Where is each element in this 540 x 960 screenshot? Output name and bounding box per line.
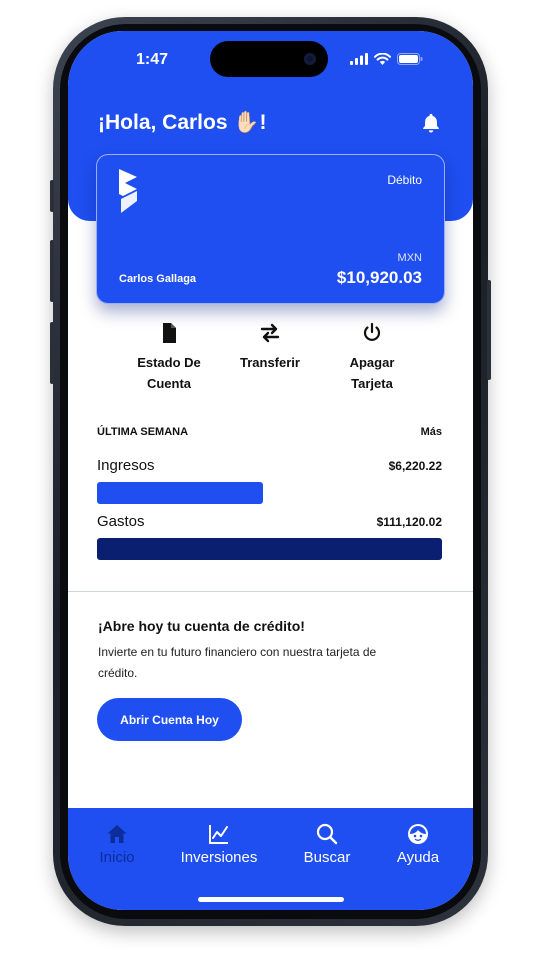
action-label: Apagar Tarjeta [317,352,427,394]
bottom-nav: Inicio Inversiones Buscar Ayuda [68,808,473,910]
side-button-volume-up [50,240,54,302]
wifi-icon [374,53,391,65]
summary-more-link[interactable]: Más [421,426,442,438]
camera-icon [304,53,316,65]
nav-ayuda[interactable]: Ayuda [368,822,468,866]
support-agent-icon [408,824,428,844]
bell-icon[interactable] [420,111,442,135]
nav-buscar[interactable]: Buscar [277,822,377,866]
status-bar: 1:47 [68,41,473,77]
card-currency: MXN [397,252,422,264]
debit-card[interactable]: Débito MXN Carlos Gallaga $10,920.03 [96,154,445,304]
promo-description: Invierte en tu futuro financiero con nue… [98,645,377,680]
nav-label: Ayuda [396,849,440,866]
open-account-button[interactable]: Abrir Cuenta Hoy [97,698,242,741]
document-icon [163,323,176,343]
battery-icon [397,53,423,65]
promo-title: ¡Abre hoy tu cuenta de crédito! [98,618,305,634]
summary-title: ÚLTIMA SEMANA [97,426,189,438]
action-label: Estado De Cuenta [114,352,224,394]
dynamic-island [210,41,328,77]
action-label-line2: Tarjeta [351,376,393,391]
quick-actions: Estado De Cuenta Transferir Apagar Tarjeta [68,321,473,401]
action-estado-de-cuenta[interactable]: Estado De Cuenta [114,321,224,394]
side-button-volume-down [50,322,54,384]
expenses-label: Gastos [97,513,145,530]
bank-logo-icon [119,169,137,213]
expenses-value: $111,120.02 [376,515,442,529]
side-button-mute [50,180,54,212]
chart-line-icon [209,825,228,844]
home-indicator[interactable] [198,897,344,902]
card-holder-name: Carlos Gallaga [119,273,197,285]
search-icon [316,823,338,845]
nav-label: Inicio [99,849,135,866]
home-icon [107,825,127,843]
action-label: Transferir [240,355,300,370]
app-screen: 1:47 ¡Hola, Carlos ✋🏻! Débito MXN Carlos… [68,31,473,910]
action-label-line2: Cuenta [146,376,192,391]
action-transferir[interactable]: Transferir [215,321,325,373]
expenses-bar [97,538,442,560]
signal-icon [350,53,368,65]
nav-label: Buscar [303,849,351,866]
status-icons [350,53,423,65]
side-button-power [487,280,491,380]
section-divider [68,591,473,592]
income-value: $6,220.22 [388,459,442,473]
transfer-arrows-icon [260,323,280,343]
nav-inversiones[interactable]: Inversiones [169,822,269,866]
nav-inicio[interactable]: Inicio [68,822,167,866]
card-type: Débito [387,173,422,187]
nav-label: Inversiones [180,849,258,866]
action-label-line1: Estado De [137,355,201,370]
income-bar [97,482,263,504]
income-label: Ingresos [97,457,155,474]
power-icon [363,322,381,341]
greeting-title: ¡Hola, Carlos ✋🏻! [98,111,267,134]
action-label-line1: Apagar [349,355,395,370]
status-time: 1:47 [136,51,169,68]
card-balance: $10,920.03 [336,268,422,287]
action-apagar-tarjeta[interactable]: Apagar Tarjeta [317,321,427,394]
